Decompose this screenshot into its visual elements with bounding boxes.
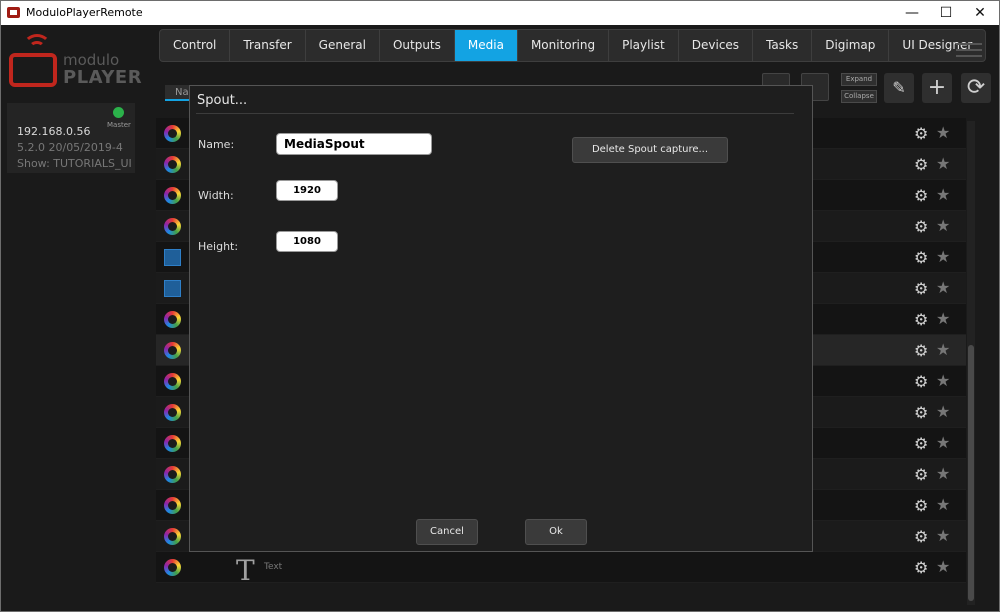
minimize-button[interactable]: — bbox=[895, 1, 929, 25]
gear-icon[interactable]: ⚙ bbox=[914, 527, 928, 546]
cancel-button[interactable]: Cancel bbox=[416, 519, 478, 545]
star-icon[interactable]: ★ bbox=[936, 216, 950, 235]
star-icon[interactable]: ★ bbox=[936, 464, 950, 483]
gear-icon[interactable]: ⚙ bbox=[914, 465, 928, 484]
tab-digimap[interactable]: Digimap bbox=[812, 30, 890, 61]
color-wheel-icon bbox=[164, 156, 181, 173]
device-show: Show: TUTORIALS_UI bbox=[17, 157, 132, 170]
maximize-button[interactable]: ☐ bbox=[929, 1, 963, 25]
width-label: Width: bbox=[198, 189, 234, 202]
star-icon[interactable]: ★ bbox=[936, 340, 950, 359]
color-wheel-icon bbox=[164, 528, 181, 545]
color-wheel-icon bbox=[164, 373, 181, 390]
tab-general[interactable]: General bbox=[306, 30, 380, 61]
gear-icon[interactable]: ⚙ bbox=[914, 186, 928, 205]
star-icon[interactable]: ★ bbox=[936, 247, 950, 266]
tab-outputs[interactable]: Outputs bbox=[380, 30, 455, 61]
text-type-icon: T bbox=[236, 554, 255, 587]
tab-playlist[interactable]: Playlist bbox=[609, 30, 679, 61]
tab-monitoring[interactable]: Monitoring bbox=[518, 30, 610, 61]
star-icon[interactable]: ★ bbox=[936, 123, 950, 142]
expand-button[interactable]: Expand bbox=[841, 73, 877, 86]
color-wheel-icon bbox=[164, 311, 181, 328]
screen-icon bbox=[9, 53, 57, 87]
refresh-button[interactable]: ⟳ bbox=[961, 73, 991, 103]
width-input[interactable] bbox=[276, 180, 338, 201]
gear-icon[interactable]: ⚙ bbox=[914, 310, 928, 329]
window-title: ModuloPlayerRemote bbox=[26, 6, 143, 19]
star-icon[interactable]: ★ bbox=[936, 154, 950, 173]
device-role: Master bbox=[107, 121, 131, 129]
color-wheel-icon bbox=[164, 187, 181, 204]
star-icon[interactable]: ★ bbox=[936, 402, 950, 421]
tab-tasks[interactable]: Tasks bbox=[753, 30, 813, 61]
gear-icon[interactable]: ⚙ bbox=[914, 217, 928, 236]
height-input[interactable] bbox=[276, 231, 338, 252]
star-icon[interactable]: ★ bbox=[936, 371, 950, 390]
color-wheel-icon bbox=[164, 404, 181, 421]
media-thumbnail bbox=[164, 249, 181, 266]
gear-icon[interactable]: ⚙ bbox=[914, 341, 928, 360]
star-icon[interactable]: ★ bbox=[936, 309, 950, 328]
delete-spout-button[interactable]: Delete Spout capture... bbox=[572, 137, 728, 163]
app-icon bbox=[7, 7, 20, 18]
gear-icon[interactable]: ⚙ bbox=[914, 558, 928, 577]
star-icon[interactable]: ★ bbox=[936, 433, 950, 452]
device-version: 5.2.0 20/05/2019-4 bbox=[17, 141, 123, 154]
tab-transfer[interactable]: Transfer bbox=[230, 30, 306, 61]
gear-icon[interactable]: ⚙ bbox=[914, 279, 928, 298]
gear-icon[interactable]: ⚙ bbox=[914, 124, 928, 143]
tab-media[interactable]: Media bbox=[454, 30, 518, 61]
gear-icon[interactable]: ⚙ bbox=[914, 403, 928, 422]
scrollbar-thumb[interactable] bbox=[968, 345, 974, 601]
menu-icon[interactable] bbox=[956, 39, 982, 59]
dialog-title: Spout... bbox=[197, 93, 248, 108]
main-tabs: Control Transfer General Outputs Media Monito… bbox=[159, 29, 987, 62]
list-scrollbar[interactable] bbox=[967, 121, 975, 605]
list-item[interactable]: T Text ⚙ ★ bbox=[156, 552, 966, 587]
close-button[interactable]: ✕ bbox=[963, 1, 997, 25]
status-dot-icon bbox=[113, 107, 124, 118]
color-wheel-icon bbox=[164, 125, 181, 142]
gear-icon[interactable]: ⚙ bbox=[914, 496, 928, 515]
color-wheel-icon bbox=[164, 497, 181, 514]
gear-icon[interactable]: ⚙ bbox=[914, 434, 928, 453]
device-card[interactable]: Master 192.168.0.56 5.2.0 20/05/2019-4 S… bbox=[7, 103, 135, 173]
color-wheel-icon bbox=[164, 435, 181, 452]
height-label: Height: bbox=[198, 240, 239, 253]
star-icon[interactable]: ★ bbox=[936, 278, 950, 297]
gear-icon[interactable]: ⚙ bbox=[914, 155, 928, 174]
gear-icon[interactable]: ⚙ bbox=[914, 248, 928, 267]
device-ip: 192.168.0.56 bbox=[17, 125, 91, 138]
name-input[interactable] bbox=[276, 133, 432, 155]
logo-text-player: PLAYER bbox=[63, 67, 143, 88]
logo: modulo PLAYER bbox=[9, 31, 143, 89]
star-icon[interactable]: ★ bbox=[936, 495, 950, 514]
tab-devices[interactable]: Devices bbox=[679, 30, 754, 61]
color-wheel-icon bbox=[164, 218, 181, 235]
media-thumbnail bbox=[164, 280, 181, 297]
name-label: Name: bbox=[198, 138, 235, 151]
dialog-divider bbox=[196, 113, 794, 114]
collapse-button[interactable]: Collapse bbox=[841, 90, 877, 103]
color-wheel-icon bbox=[164, 559, 181, 576]
gear-icon[interactable]: ⚙ bbox=[914, 372, 928, 391]
ok-button[interactable]: Ok bbox=[525, 519, 587, 545]
star-icon[interactable]: ★ bbox=[936, 526, 950, 545]
spout-dialog: Spout... Name: Width: Height: Delete Spo… bbox=[189, 85, 813, 552]
color-wheel-icon bbox=[164, 342, 181, 359]
add-button[interactable]: + bbox=[922, 73, 952, 103]
app-window: ModuloPlayerRemote — ☐ ✕ modulo PLAYER C… bbox=[0, 0, 1000, 612]
title-bar: ModuloPlayerRemote — ☐ ✕ bbox=[1, 1, 999, 25]
media-name: Text bbox=[264, 562, 283, 572]
clear-icon[interactable]: ✎ bbox=[884, 73, 914, 103]
star-icon[interactable]: ★ bbox=[936, 557, 950, 576]
tab-control[interactable]: Control bbox=[160, 30, 231, 61]
color-wheel-icon bbox=[164, 466, 181, 483]
app-body: modulo PLAYER Control Transfer General Outp… bbox=[1, 25, 999, 611]
star-icon[interactable]: ★ bbox=[936, 185, 950, 204]
